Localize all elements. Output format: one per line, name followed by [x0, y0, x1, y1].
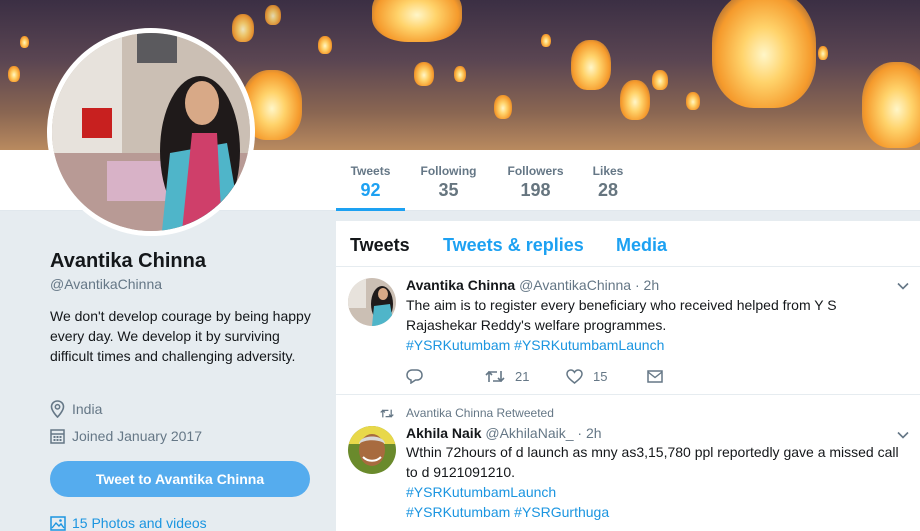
tweet-time[interactable]: 2h [586, 425, 602, 441]
tweet-author-handle[interactable]: @AkhilaNaik_ [485, 425, 573, 441]
stat-label: Tweets [350, 164, 391, 178]
calendar-icon [50, 429, 65, 444]
tweet-avatar[interactable] [348, 426, 396, 474]
tweet-author-name[interactable]: Akhila Naik [406, 425, 481, 441]
stat-tweets[interactable]: Tweets 92 [336, 150, 405, 211]
active-underline [336, 208, 405, 211]
tweet[interactable]: Avantika Chinna @AvantikaChinna · 2h The… [336, 267, 920, 395]
stat-value: 35 [438, 180, 459, 200]
photo-icon [50, 515, 66, 531]
tweet-text: The aim is to register every beneficiary… [406, 295, 901, 355]
avatar-photo [348, 278, 396, 326]
location-text: India [72, 401, 103, 417]
message-icon [647, 370, 663, 383]
stat-label: Likes [592, 164, 624, 178]
profile-joined: Joined January 2017 [50, 428, 202, 444]
like-count: 15 [593, 369, 608, 384]
separator-dot: · [634, 277, 640, 293]
reply-button[interactable] [406, 369, 485, 384]
retweet-icon [485, 370, 505, 383]
tweet-time[interactable]: 2h [644, 277, 660, 293]
chevron-down-icon[interactable] [896, 279, 910, 293]
tweet-avatar[interactable] [348, 278, 396, 326]
profile-location: India [50, 400, 102, 418]
tweet-actions: 21 15 [406, 369, 673, 384]
retweet-icon [380, 408, 394, 418]
chevron-down-icon[interactable] [896, 428, 910, 442]
location-icon [50, 400, 65, 418]
tweet-header: Avantika Chinna @AvantikaChinna · 2h [406, 277, 659, 293]
tweet[interactable]: Avantika Chinna Retweeted Akhila Naik @A… [336, 396, 920, 531]
tweet-header: Akhila Naik @AkhilaNaik_ · 2h [406, 425, 602, 441]
profile-avatar[interactable] [47, 28, 255, 236]
stat-value: 198 [520, 180, 551, 200]
stat-followers[interactable]: Followers 198 [502, 150, 569, 211]
photos-link-label: 15 Photos and videos [72, 515, 207, 531]
reply-icon [406, 369, 423, 384]
tweet-body: The aim is to register every beneficiary… [406, 297, 837, 333]
stat-following[interactable]: Following 35 [415, 150, 482, 211]
retweet-button[interactable]: 21 [485, 369, 566, 384]
joined-text: Joined January 2017 [72, 428, 202, 444]
tab-media[interactable]: Media [616, 235, 667, 256]
separator-dot: · [577, 425, 583, 441]
avatar-photo [52, 33, 250, 231]
avatar-photo [348, 426, 396, 474]
heart-icon [566, 369, 583, 384]
stat-label: Followers [507, 164, 564, 178]
tweet-author-handle[interactable]: @AvantikaChinna [519, 277, 631, 293]
retweet-context-text[interactable]: Avantika Chinna Retweeted [406, 406, 554, 420]
profile-name[interactable]: Avantika Chinna [50, 250, 206, 273]
profile-handle[interactable]: @AvantikaChinna [50, 276, 162, 292]
tweet-author-name[interactable]: Avantika Chinna [406, 277, 515, 293]
timeline: Tweets Tweets & replies Media Avantika C… [336, 221, 920, 531]
stat-value: 28 [597, 180, 619, 200]
profile-bio: We don't develop courage by being happy … [50, 308, 311, 364]
direct-message-button[interactable] [647, 370, 673, 383]
tweet-to-button[interactable]: Tweet to Avantika Chinna [50, 461, 310, 497]
stat-likes[interactable]: Likes 28 [588, 150, 628, 211]
retweet-context: Avantika Chinna Retweeted [380, 406, 554, 420]
tweet-text: Wthin 72hours of d launch as mny as3,15,… [406, 442, 901, 522]
tweet-hashtags[interactable]: #YSRKutumbam #YSRGurthuga [406, 504, 609, 520]
stat-value: 92 [360, 180, 381, 200]
stat-label: Following [420, 164, 477, 178]
retweet-count: 21 [515, 369, 530, 384]
photos-and-videos-link[interactable]: 15 Photos and videos [50, 515, 207, 531]
tweet-body: Wthin 72hours of d launch as mny as3,15,… [406, 444, 899, 480]
tab-tweets-replies[interactable]: Tweets & replies [443, 235, 584, 256]
tab-tweets[interactable]: Tweets [350, 235, 410, 256]
like-button[interactable]: 15 [566, 369, 647, 384]
tweet-hashtags[interactable]: #YSRKutumbamLaunch [406, 484, 556, 500]
tweet-hashtags[interactable]: #YSRKutumbam #YSRKutumbamLaunch [406, 337, 664, 353]
timeline-tabs: Tweets Tweets & replies Media [336, 221, 920, 267]
